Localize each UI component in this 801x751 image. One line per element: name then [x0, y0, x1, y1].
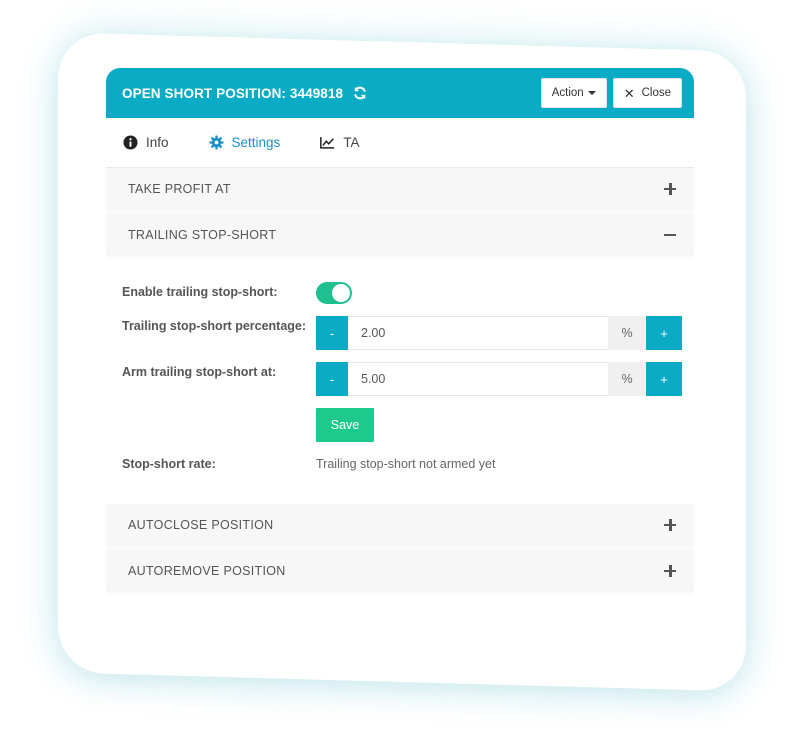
info-circle-icon: [123, 135, 138, 150]
rate-label: Stop-short rate:: [122, 457, 216, 471]
percentage-label: Trailing stop-short percentage:: [122, 319, 307, 333]
save-button[interactable]: Save: [316, 408, 374, 442]
arm-row: Arm trailing stop-short at: - % +: [122, 362, 682, 396]
arm-input[interactable]: [348, 362, 608, 396]
tab-settings[interactable]: Settings: [209, 135, 281, 150]
line-chart-icon: [320, 135, 335, 150]
plus-icon: [664, 518, 676, 531]
tab-ta[interactable]: TA: [320, 135, 360, 150]
close-button[interactable]: ✕ Close: [612, 78, 682, 108]
accordion-take-profit-label: TAKE PROFIT AT: [128, 181, 231, 196]
tab-settings-label: Settings: [231, 135, 281, 150]
close-icon: ✕: [623, 85, 635, 101]
enable-row: Enable trailing stop-short:: [122, 282, 682, 304]
plus-icon: [664, 182, 676, 195]
tab-ta-label: TA: [343, 135, 360, 150]
accordion-take-profit[interactable]: TAKE PROFIT AT: [106, 168, 694, 214]
enable-trailing-toggle[interactable]: [316, 282, 352, 304]
accordion-trailing-label: TRAILING STOP-SHORT: [128, 227, 277, 242]
arm-decrement-button[interactable]: -: [316, 362, 348, 396]
panel-header: OPEN SHORT POSITION: 3449818 Action ✕ Cl…: [106, 68, 694, 118]
trailing-settings-body: Enable trailing stop-short: Trailing sto…: [106, 260, 694, 504]
percentage-decrement-button[interactable]: -: [316, 316, 348, 350]
arm-increment-button[interactable]: +: [646, 362, 682, 396]
accordion-autoclose[interactable]: AUTOCLOSE POSITION: [106, 504, 694, 550]
rate-value: Trailing stop-short not armed yet: [316, 457, 496, 471]
rate-row: Stop-short rate: Trailing stop-short not…: [122, 454, 682, 474]
toggle-knob: [332, 284, 350, 302]
accordion-trailing-stop-short[interactable]: TRAILING STOP-SHORT: [106, 214, 694, 260]
arm-unit: %: [608, 362, 646, 396]
accordion-autoremove-label: AUTOREMOVE POSITION: [128, 563, 286, 578]
action-button-label: Action: [551, 87, 584, 99]
enable-label: Enable trailing stop-short:: [122, 285, 278, 299]
close-button-label: Close: [641, 87, 671, 99]
percentage-input[interactable]: [348, 316, 608, 350]
panel-title: OPEN SHORT POSITION: 3449818: [122, 85, 344, 101]
plus-icon: [664, 564, 676, 577]
arm-label: Arm trailing stop-short at:: [122, 365, 277, 379]
accordion-autoclose-label: AUTOCLOSE POSITION: [128, 517, 274, 532]
position-panel: OPEN SHORT POSITION: 3449818 Action ✕ Cl…: [106, 68, 694, 620]
tab-info-label: Info: [146, 135, 169, 150]
percentage-input-group: - % +: [316, 316, 682, 350]
arm-input-group: - % +: [316, 362, 682, 396]
action-dropdown-button[interactable]: Action: [540, 78, 607, 108]
percentage-increment-button[interactable]: +: [646, 316, 682, 350]
tab-bar: Info Settings TA: [106, 118, 694, 168]
minus-icon: [664, 229, 676, 241]
tab-info[interactable]: Info: [123, 135, 169, 150]
percentage-row: Trailing stop-short percentage: - % +: [122, 316, 682, 350]
percentage-unit: %: [608, 316, 646, 350]
accordion-autoremove[interactable]: AUTOREMOVE POSITION: [106, 550, 694, 596]
refresh-icon[interactable]: [353, 86, 367, 100]
gear-icon: [209, 135, 224, 150]
caret-down-icon: [587, 91, 596, 95]
